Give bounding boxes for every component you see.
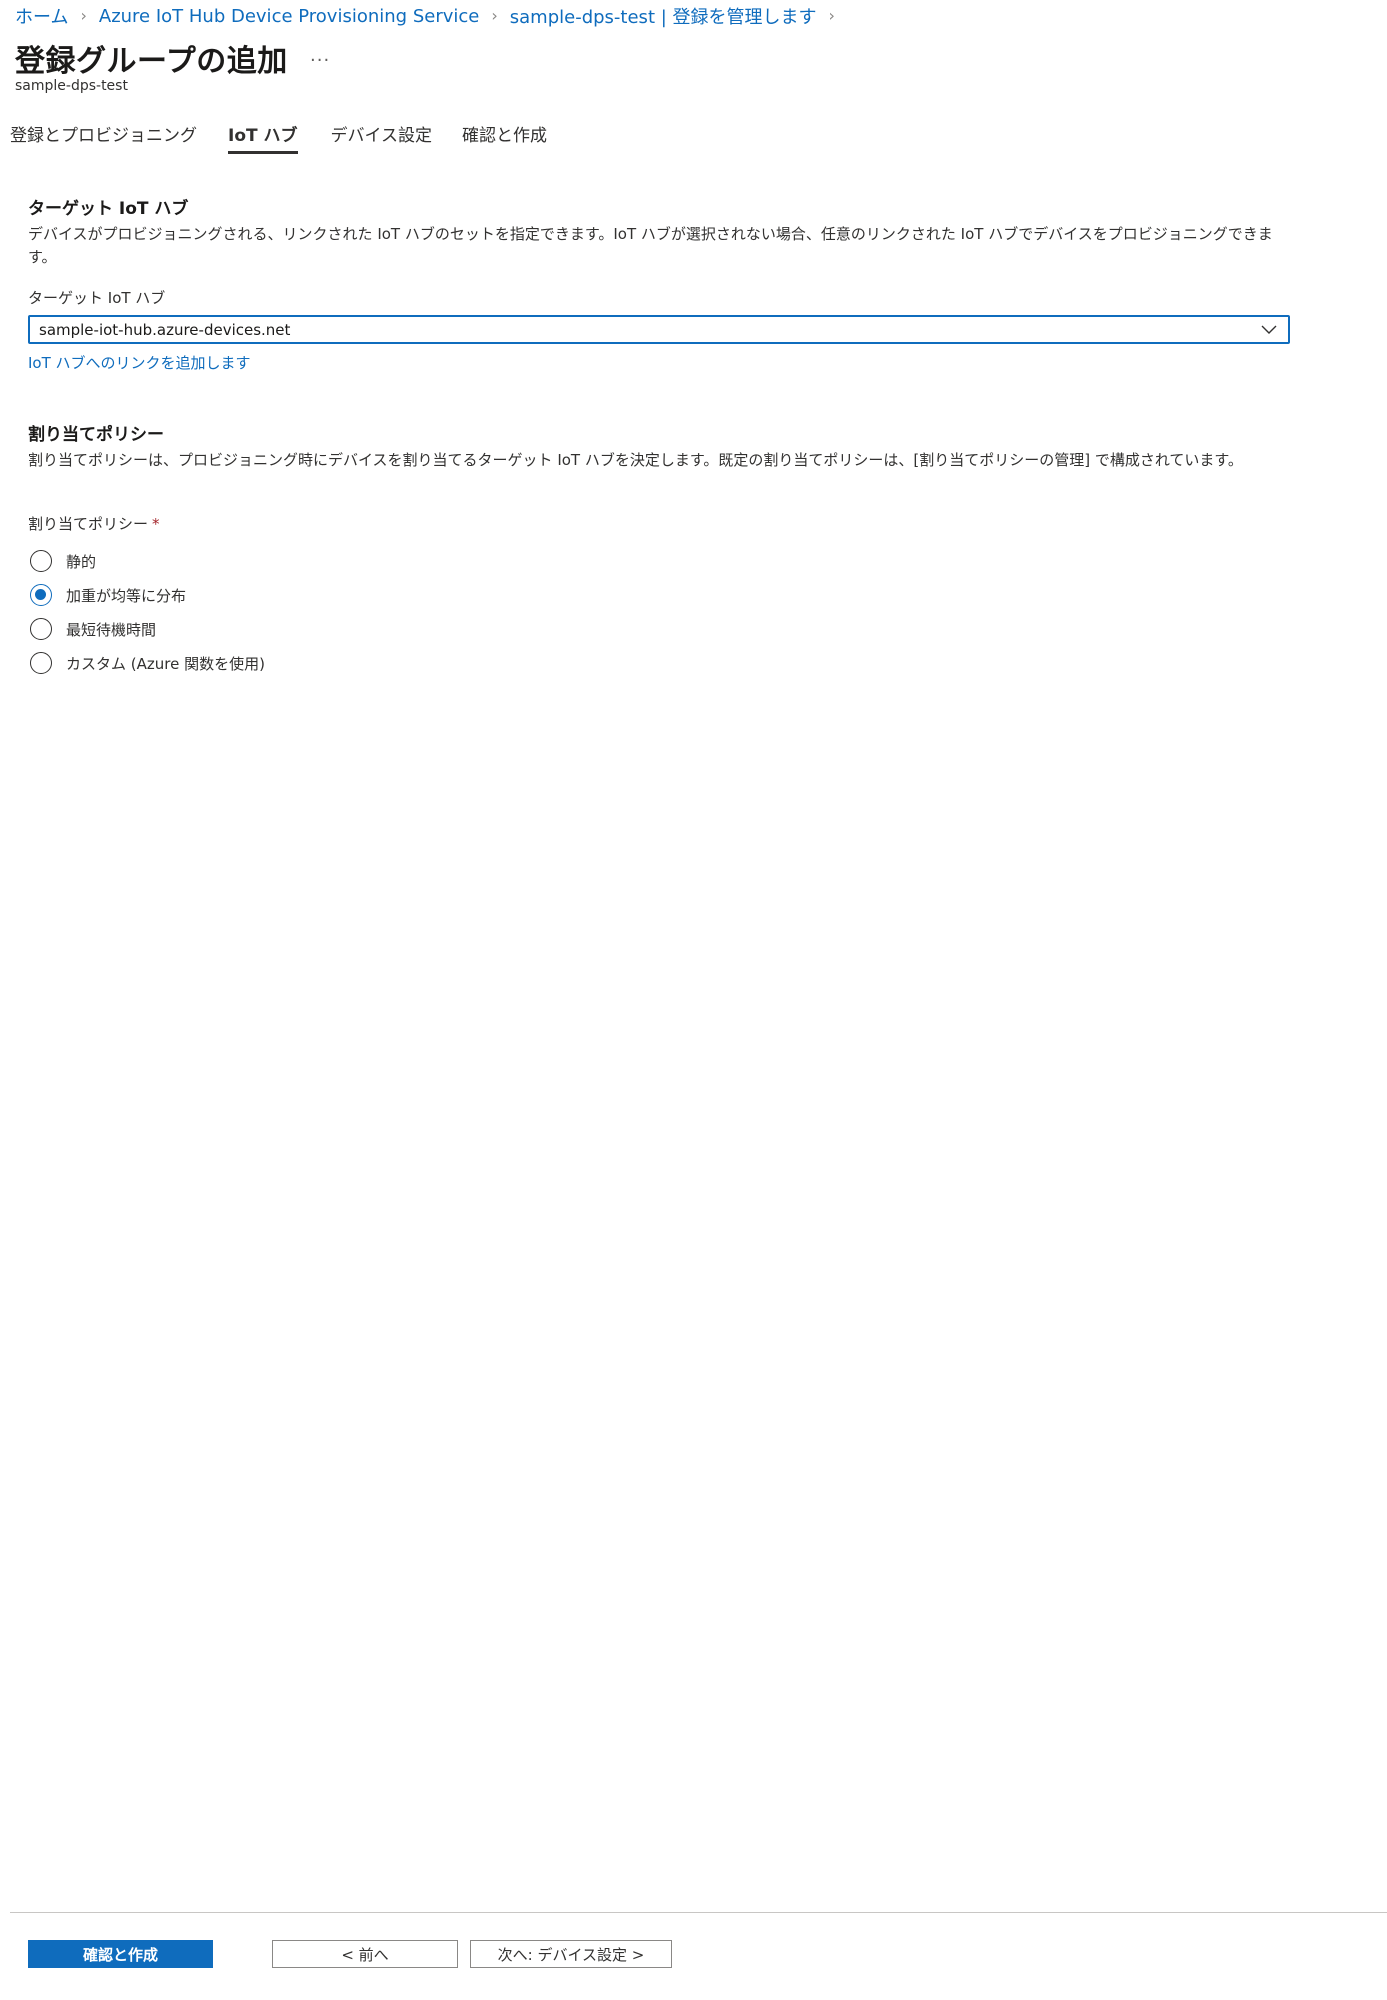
breadcrumb-dps-service[interactable]: Azure IoT Hub Device Provisioning Servic… (99, 6, 479, 27)
radio-label: カスタム (Azure 関数を使用) (66, 654, 265, 673)
tab-review-create[interactable]: 確認と作成 (462, 116, 547, 154)
tab-registration-provisioning[interactable]: 登録とプロビジョニング (10, 116, 197, 154)
allocation-policy-label: 割り当てポリシー * (28, 513, 160, 534)
page-subtitle: sample-dps-test (15, 78, 128, 94)
chevron-right-icon: › (491, 6, 498, 25)
allocation-policy-radio-group: 静的 加重が均等に分布 最短待機時間 カスタム (Azure 関数を使用) (30, 544, 265, 680)
radio-label: 加重が均等に分布 (66, 586, 187, 605)
target-hub-label: ターゲット IoT ハブ (28, 289, 166, 307)
add-iot-hub-link[interactable]: IoT ハブへのリンクを追加します (28, 352, 251, 373)
breadcrumb-home[interactable]: ホーム (15, 3, 68, 29)
chevron-right-icon: › (828, 6, 835, 25)
allocation-policy-heading: 割り当てポリシー (28, 425, 164, 445)
radio-button-selected[interactable] (30, 584, 52, 606)
target-hub-description: デバイスがプロビジョニングされる、リンクされた IoT ハブのセットを指定できま… (28, 225, 1273, 266)
page-title: 登録グループの追加 (15, 44, 288, 79)
allocation-policy-label-text: 割り当てポリシー (28, 515, 149, 533)
allocation-policy-description: 割り当てポリシーは、プロビジョニング時にデバイスを割り当てるターゲット IoT … (28, 451, 1243, 469)
target-hub-dropdown[interactable]: sample-iot-hub.azure-devices.net (28, 315, 1290, 344)
chevron-right-icon: › (80, 6, 87, 25)
radio-label: 静的 (66, 552, 97, 571)
chevron-down-icon (1258, 319, 1280, 341)
previous-button[interactable]: < 前へ (272, 1940, 458, 1968)
next-device-settings-button[interactable]: 次へ: デバイス設定 > (470, 1940, 672, 1968)
radio-option-custom-azure-function[interactable]: カスタム (Azure 関数を使用) (30, 646, 265, 680)
footer-divider (10, 1912, 1387, 1913)
target-hub-selected-value: sample-iot-hub.azure-devices.net (39, 320, 291, 339)
radio-label: 最短待機時間 (66, 620, 157, 639)
radio-option-lowest-latency[interactable]: 最短待機時間 (30, 612, 265, 646)
radio-button[interactable] (30, 618, 52, 640)
radio-option-evenly-weighted[interactable]: 加重が均等に分布 (30, 578, 265, 612)
review-create-button[interactable]: 確認と作成 (28, 1940, 213, 1968)
more-options-button[interactable]: ... (310, 45, 330, 66)
tab-iot-hub[interactable]: IoT ハブ (228, 116, 298, 154)
required-marker: * (152, 515, 160, 533)
radio-option-static[interactable]: 静的 (30, 544, 265, 578)
tab-device-settings[interactable]: デバイス設定 (331, 116, 433, 154)
breadcrumb: ホーム › Azure IoT Hub Device Provisioning … (15, 3, 847, 29)
breadcrumb-manage-enrollments[interactable]: sample-dps-test | 登録を管理します (510, 3, 817, 29)
radio-button[interactable] (30, 652, 52, 674)
tab-bar: 登録とプロビジョニング IoT ハブ デバイス設定 確認と作成 (10, 116, 547, 154)
radio-button[interactable] (30, 550, 52, 572)
target-hub-heading: ターゲット IoT ハブ (28, 199, 189, 219)
